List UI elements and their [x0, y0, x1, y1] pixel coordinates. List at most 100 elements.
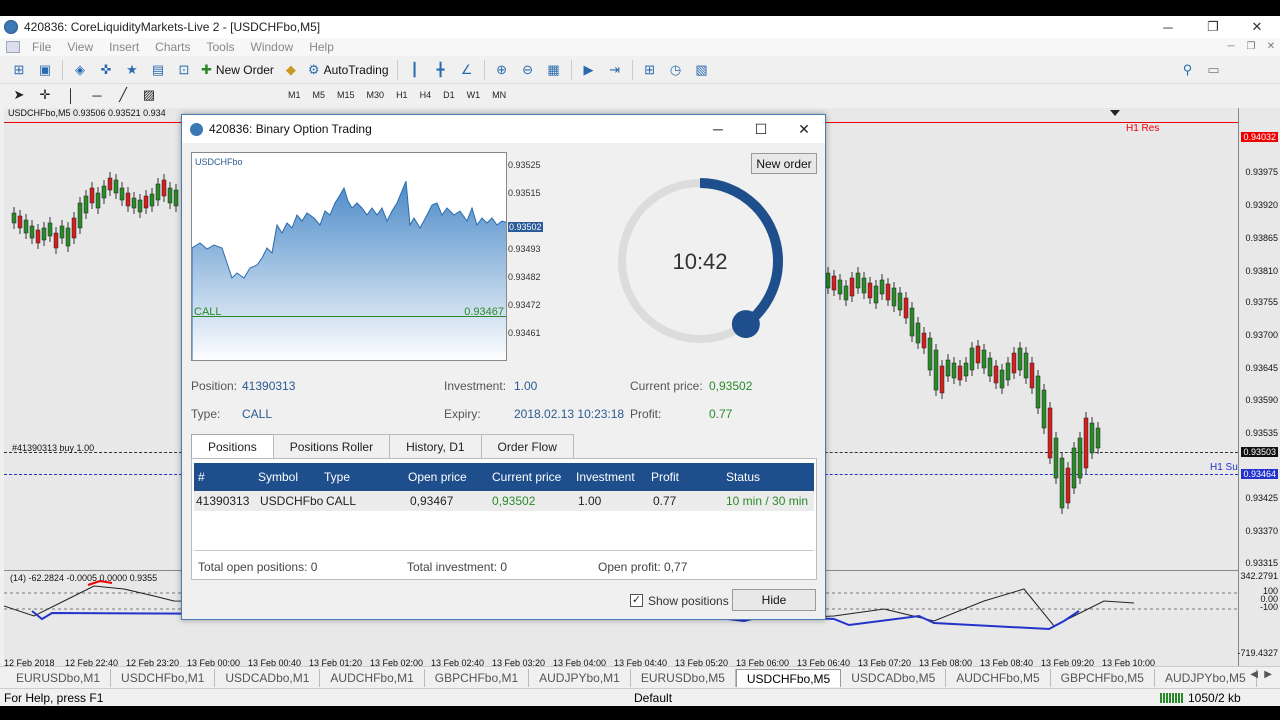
total-investment: Total investment: 0: [407, 560, 508, 574]
search-icon[interactable]: ⚲: [1177, 59, 1199, 81]
col-type[interactable]: Type: [324, 463, 350, 491]
chart-tab[interactable]: USDCADbo,M1: [215, 668, 321, 687]
navigator-icon[interactable]: ★: [121, 59, 143, 81]
tile-windows-icon[interactable]: ▦: [543, 59, 565, 81]
table-row[interactable]: 41390313 USDCHFbo CALL 0,93467 0,93502 1…: [194, 491, 814, 511]
tab-order-flow[interactable]: Order Flow: [480, 434, 574, 459]
tf-w1[interactable]: W1: [461, 90, 487, 100]
candle-body: [867, 282, 873, 299]
chart-tab[interactable]: AUDJPYbo,M1: [529, 668, 631, 687]
metaeditor-icon[interactable]: ◆: [280, 59, 302, 81]
new-order-button[interactable]: ✚ New Order: [197, 59, 278, 81]
menu-tools[interactable]: Tools: [199, 40, 243, 54]
periods-icon[interactable]: ◷: [665, 59, 687, 81]
col-profit[interactable]: Profit: [651, 463, 679, 491]
menu-view[interactable]: View: [59, 40, 101, 54]
tab-scroll-left-icon[interactable]: ◀: [1250, 669, 1258, 680]
candle-body: [107, 177, 113, 191]
chart-tab[interactable]: GBPCHFbo,M1: [425, 668, 530, 687]
position-label: Position:: [191, 379, 238, 393]
menu-insert[interactable]: Insert: [101, 40, 147, 54]
tf-h4[interactable]: H4: [414, 90, 438, 100]
new-chart-icon[interactable]: ⊞: [8, 59, 30, 81]
crosshair-icon[interactable]: ✛: [34, 84, 56, 106]
line-chart-icon[interactable]: ∠: [456, 59, 478, 81]
dialog-minimize-button[interactable]: ─: [696, 115, 740, 143]
chart-tab[interactable]: EURUSDbo,M5: [631, 668, 736, 687]
col-status[interactable]: Status: [726, 463, 760, 491]
tf-m1[interactable]: M1: [282, 90, 307, 100]
col-open-price[interactable]: Open price: [408, 463, 467, 491]
chart-window-icon[interactable]: [6, 41, 20, 53]
tf-mn[interactable]: MN: [486, 90, 512, 100]
tab-positions-roller[interactable]: Positions Roller: [272, 434, 391, 459]
candle-body: [1059, 457, 1065, 509]
tf-m30[interactable]: M30: [361, 90, 391, 100]
candle-body: [1023, 352, 1029, 379]
market-watch-icon[interactable]: ◈: [69, 59, 91, 81]
candlestick-icon[interactable]: ╋: [430, 59, 452, 81]
dialog-maximize-button[interactable]: ☐: [739, 115, 783, 143]
tab-scroll-right-icon[interactable]: ▶: [1264, 669, 1272, 680]
strategy-tester-icon[interactable]: ⊡: [173, 59, 195, 81]
zoom-in-icon[interactable]: ⊕: [491, 59, 513, 81]
cursor-icon[interactable]: ➤: [8, 84, 30, 106]
candle-body: [987, 357, 993, 377]
dialog-close-button[interactable]: ✕: [782, 115, 826, 143]
mdi-restore-button[interactable]: ❐: [1242, 38, 1260, 56]
chart-tab[interactable]: AUDJPYbo,M5: [1155, 668, 1257, 687]
indicator-tick: 342.2791: [1240, 571, 1278, 581]
close-button[interactable]: ✕: [1234, 16, 1280, 38]
col-symbol[interactable]: Symbol: [258, 463, 298, 491]
tf-m5[interactable]: M5: [307, 90, 332, 100]
chart-tab[interactable]: AUDCHFbo,M1: [320, 668, 425, 687]
terminal-icon[interactable]: ▤: [147, 59, 169, 81]
candle-body: [1083, 417, 1089, 469]
profiles-icon[interactable]: ▣: [34, 59, 56, 81]
cell-status: 10 min / 30 min: [726, 494, 809, 508]
tab-history-d1[interactable]: History, D1: [389, 434, 482, 459]
col-investment[interactable]: Investment: [576, 463, 635, 491]
horizontal-line-icon[interactable]: ─: [86, 84, 108, 106]
candle-body: [17, 215, 23, 229]
vertical-line-icon[interactable]: │: [60, 84, 82, 106]
chart-tab[interactable]: USDCHFbo,M1: [111, 668, 216, 687]
indicators-icon[interactable]: ⊞: [639, 59, 661, 81]
channel-icon[interactable]: ▨: [138, 84, 160, 106]
trendline-icon[interactable]: ╱: [112, 84, 134, 106]
show-positions-checkbox[interactable]: ✓: [630, 594, 643, 607]
chart-tab[interactable]: EURUSDbo,M1: [6, 668, 112, 687]
restore-button[interactable]: ❐: [1190, 16, 1236, 38]
mini-current-price-tag: 0.93502: [508, 222, 543, 232]
menu-file[interactable]: File: [24, 40, 59, 54]
zoom-out-icon[interactable]: ⊖: [517, 59, 539, 81]
hide-button[interactable]: Hide: [732, 589, 816, 611]
menu-charts[interactable]: Charts: [147, 40, 198, 54]
tf-h1[interactable]: H1: [390, 90, 414, 100]
templates-icon[interactable]: ▧: [691, 59, 713, 81]
menu-window[interactable]: Window: [243, 40, 302, 54]
menu-help[interactable]: Help: [301, 40, 342, 54]
chat-icon[interactable]: ▭: [1203, 59, 1225, 81]
mdi-minimize-button[interactable]: ─: [1222, 38, 1240, 56]
tf-d1[interactable]: D1: [437, 90, 461, 100]
tf-m15[interactable]: M15: [331, 90, 361, 100]
col-id[interactable]: #: [198, 463, 205, 491]
col-current-price[interactable]: Current price: [492, 463, 561, 491]
new-order-button[interactable]: New order: [751, 153, 817, 174]
chart-tab[interactable]: USDCADbo,M5: [841, 668, 947, 687]
tab-positions[interactable]: Positions: [191, 434, 274, 459]
chart-tab[interactable]: GBPCHFbo,M5: [1051, 668, 1155, 687]
table-empty-area: [194, 511, 814, 551]
auto-scroll-icon[interactable]: ▶: [578, 59, 600, 81]
dialog-app-icon: [190, 122, 203, 136]
mdi-close-button[interactable]: ✕: [1262, 38, 1280, 56]
bar-chart-icon[interactable]: ┃: [404, 59, 426, 81]
cell-investment: 1.00: [578, 494, 602, 508]
autotrading-button[interactable]: ⚙ AutoTrading: [304, 59, 393, 81]
chart-shift-icon[interactable]: ⇥: [604, 59, 626, 81]
chart-tab[interactable]: AUDCHFbo,M5: [946, 668, 1051, 687]
chart-tab[interactable]: USDCHFbo,M5: [735, 668, 842, 687]
minimize-button[interactable]: ─: [1145, 16, 1191, 38]
data-window-icon[interactable]: ✜: [95, 59, 117, 81]
